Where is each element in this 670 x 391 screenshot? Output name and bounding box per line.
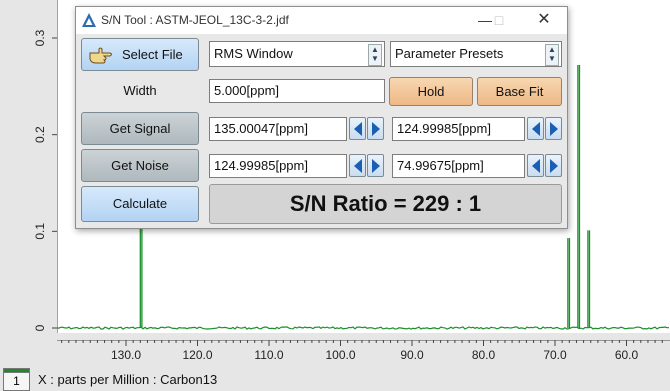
x-tick-label: 90.0 — [400, 348, 424, 362]
window-mode-value: RMS Window — [214, 46, 293, 61]
signal-to-right-arrow[interactable] — [545, 117, 562, 140]
signal-from-input[interactable]: 135.00047[ppm] — [209, 117, 347, 141]
signal-to-left-arrow[interactable] — [527, 117, 544, 140]
y-tick-label: 0.2 — [33, 126, 47, 143]
status-bar: 1 X : parts per Million : Carbon13 — [0, 366, 670, 391]
sn-tool-dialog: S/N Tool : ASTM-JEOL_13C-3-2.jdf — □ ✕ S… — [75, 6, 568, 229]
noise-from-right-arrow[interactable] — [367, 154, 384, 177]
dialog-titlebar[interactable]: S/N Tool : ASTM-JEOL_13C-3-2.jdf — □ ✕ — [76, 7, 567, 34]
noise-to-input[interactable]: 74.99675[ppm] — [392, 154, 525, 178]
x-tick-label: 70.0 — [543, 348, 567, 362]
y-tick-label: 0.3 — [33, 29, 47, 46]
noise-from-input[interactable]: 124.99985[ppm] — [209, 154, 347, 178]
close-icon[interactable]: ✕ — [534, 11, 554, 29]
x-tick-label: 120.0 — [182, 348, 212, 362]
signal-from-right-arrow[interactable] — [367, 117, 384, 140]
y-tick-label: 0.1 — [33, 223, 47, 240]
noise-to-left-arrow[interactable] — [527, 154, 544, 177]
select-file-button[interactable]: Select File — [81, 38, 199, 71]
x-axis-label: X : parts per Million : Carbon13 — [38, 372, 218, 387]
noise-from-left-arrow[interactable] — [349, 154, 366, 177]
spectrum-trace — [57, 326, 669, 330]
parameter-presets-value: Parameter Presets — [395, 46, 504, 61]
hold-button[interactable]: Hold — [389, 77, 473, 106]
x-tick-label: 80.0 — [472, 348, 496, 362]
width-input[interactable]: 5.000[ppm] — [209, 79, 385, 103]
noise-to-right-arrow[interactable] — [545, 154, 562, 177]
parameter-presets-select[interactable]: Parameter Presets ▲ ▼ — [390, 41, 562, 67]
x-tick-label: 60.0 — [615, 348, 639, 362]
get-noise-button[interactable]: Get Noise — [81, 149, 199, 182]
x-tick-label: 100.0 — [325, 348, 355, 362]
spinner-arrows-icon: ▲ ▼ — [545, 44, 559, 66]
y-tick-label: 0 — [33, 324, 47, 331]
calculate-button[interactable]: Calculate — [81, 186, 199, 222]
window-mode-select[interactable]: RMS Window ▲ ▼ — [209, 41, 385, 67]
base-fit-button[interactable]: Base Fit — [477, 77, 562, 106]
x-tick-label: 130.0 — [111, 348, 141, 362]
signal-from-left-arrow[interactable] — [349, 117, 366, 140]
width-label: Width — [123, 83, 157, 98]
y-tick-labels: 0.3 0.2 0.1 0 — [33, 29, 57, 331]
spinner-arrows-icon: ▲ ▼ — [368, 44, 382, 66]
dialog-title: S/N Tool : ASTM-JEOL_13C-3-2.jdf — [101, 13, 289, 27]
jeol-delta-icon — [82, 13, 96, 27]
sn-ratio-display: S/N Ratio = 229 : 1 — [209, 184, 562, 224]
signal-to-input[interactable]: 124.99985[ppm] — [392, 117, 525, 141]
get-signal-button[interactable]: Get Signal — [81, 112, 199, 145]
maximize-icon[interactable]: □ — [489, 11, 509, 29]
page-tab[interactable]: 1 — [3, 368, 30, 391]
select-file-label: Select File — [122, 47, 183, 62]
pointing-hand-icon — [89, 47, 112, 64]
x-tick-label: 110.0 — [254, 348, 283, 362]
